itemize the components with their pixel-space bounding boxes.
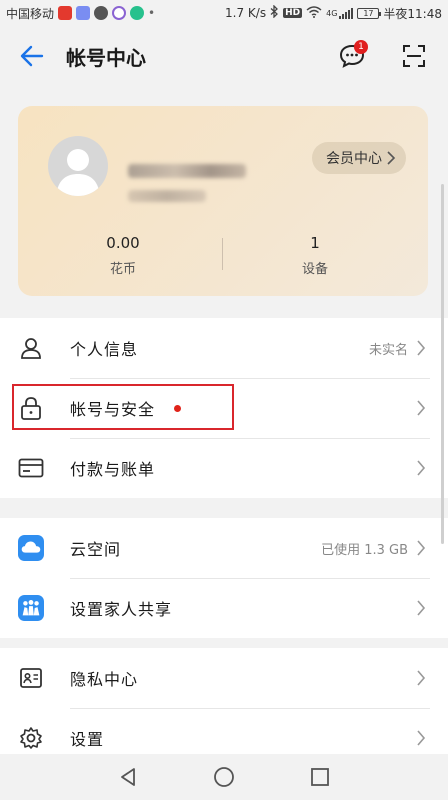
battery-icon: 17 xyxy=(357,7,382,19)
messages-button[interactable]: 1 xyxy=(332,36,372,76)
person-icon xyxy=(18,335,44,361)
chevron-right-icon xyxy=(412,729,430,747)
nav-back-button[interactable] xyxy=(113,762,143,792)
stat-label: 花币 xyxy=(109,262,136,277)
settings-icon xyxy=(18,725,44,751)
network-type: 4G xyxy=(326,8,338,18)
list-item-family-sharing[interactable]: 设置家人共享 xyxy=(0,578,448,638)
scrollbar[interactable] xyxy=(441,184,444,544)
settings-group-services: 云空间 已使用 1.3 GB 设置家人共享 xyxy=(0,518,448,638)
list-item-label: 个人信息 xyxy=(70,340,139,359)
chevron-right-icon xyxy=(387,151,396,165)
back-button[interactable] xyxy=(12,36,52,76)
family-icon xyxy=(18,595,44,621)
triangle-back-icon xyxy=(121,768,135,786)
chevron-right-icon xyxy=(412,399,430,417)
highlight-box xyxy=(12,384,234,430)
chevron-right-icon xyxy=(412,539,430,557)
username-redacted xyxy=(128,164,246,178)
stat-value: 0.00 xyxy=(106,234,140,252)
list-item-value: 未实名 xyxy=(368,342,408,358)
status-bar: 中国移动 • 1.7 K/s HD 4G 17 半夜11:48 xyxy=(0,0,448,26)
scan-icon xyxy=(403,45,425,67)
list-item-label: 付款与账单 xyxy=(70,460,156,479)
network-speed: 1.7 K/s xyxy=(225,6,267,20)
list-item-privacy-center[interactable]: 隐私中心 xyxy=(0,648,448,708)
account-id-redacted xyxy=(128,190,206,202)
account-card[interactable]: 会员中心 0.00 花币 1 设备 xyxy=(18,106,428,296)
cloud-icon xyxy=(18,535,44,561)
avatar[interactable] xyxy=(48,136,108,196)
notification-app-icon xyxy=(76,6,91,20)
stat-divider xyxy=(222,238,223,270)
stat-value: 1 xyxy=(310,234,320,252)
circle-home-icon xyxy=(214,767,234,787)
notification-app-icon xyxy=(94,6,109,20)
app-header: 帐号中心 1 xyxy=(0,26,448,86)
settings-group-privacy: 隐私中心 设置 xyxy=(0,648,448,754)
list-item-label: 设置家人共享 xyxy=(70,600,173,619)
chevron-right-icon xyxy=(412,669,430,687)
vip-center-button[interactable]: 会员中心 xyxy=(312,142,406,174)
list-item-label: 设置 xyxy=(70,730,105,749)
privacy-icon xyxy=(18,665,44,691)
signal-icon xyxy=(339,7,354,19)
list-item-value: 已使用 1.3 GB xyxy=(321,542,408,558)
wifi-icon xyxy=(306,5,322,21)
clock: 半夜11:48 xyxy=(383,6,442,21)
chevron-right-icon xyxy=(412,339,430,357)
carrier-label: 中国移动 xyxy=(6,6,55,21)
notification-app-icon xyxy=(112,6,127,20)
settings-group-account: 个人信息 未实名 帐号与安全 付款与账单 xyxy=(0,318,448,498)
page-title: 帐号中心 xyxy=(66,45,146,70)
message-badge: 1 xyxy=(354,40,368,54)
hd-badge: HD xyxy=(283,8,303,18)
list-item-account-security[interactable]: 帐号与安全 xyxy=(0,378,448,438)
list-item-personal-info[interactable]: 个人信息 未实名 xyxy=(0,318,448,378)
stat-devices[interactable]: 1 设备 xyxy=(250,234,380,277)
default-avatar-icon xyxy=(56,149,100,196)
system-nav-bar xyxy=(0,754,448,800)
arrow-left-icon xyxy=(20,45,44,67)
list-item-settings[interactable]: 设置 xyxy=(0,708,448,754)
chevron-right-icon xyxy=(412,459,430,477)
nav-recents-button[interactable] xyxy=(305,762,335,792)
stat-coins[interactable]: 0.00 花币 xyxy=(58,234,188,277)
nav-home-button[interactable] xyxy=(209,762,239,792)
list-item-label: 云空间 xyxy=(70,540,122,559)
more-notifications-icon: • xyxy=(148,6,156,20)
list-item-label: 隐私中心 xyxy=(70,670,139,689)
content-area[interactable]: 会员中心 0.00 花币 1 设备 个人信息 未实名 帐号与安全 付款与账单 云… xyxy=(0,86,448,754)
stat-label: 设备 xyxy=(301,262,328,277)
chevron-right-icon xyxy=(412,599,430,617)
vip-center-label: 会员中心 xyxy=(326,151,382,167)
scan-button[interactable] xyxy=(394,36,434,76)
notification-app-icon xyxy=(130,6,145,20)
bluetooth-icon xyxy=(270,4,279,21)
list-item-payment-billing[interactable]: 付款与账单 xyxy=(0,438,448,498)
card-icon xyxy=(18,455,44,481)
list-item-cloud-space[interactable]: 云空间 已使用 1.3 GB xyxy=(0,518,448,578)
square-recents-icon xyxy=(311,768,329,786)
notification-app-icon xyxy=(58,6,73,20)
